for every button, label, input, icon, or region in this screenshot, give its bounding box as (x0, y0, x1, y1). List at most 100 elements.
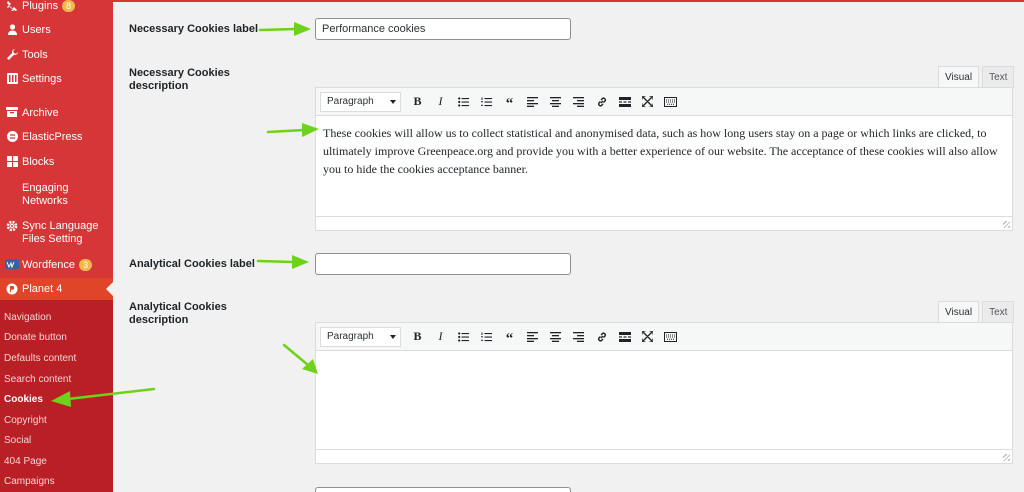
users-icon (0, 24, 22, 35)
planet4-logo-icon (0, 283, 22, 295)
align-left-icon[interactable] (521, 327, 544, 347)
submenu-item-search-content[interactable]: Search content (4, 374, 71, 385)
annotation-arrow (282, 343, 318, 374)
align-center-icon[interactable] (544, 92, 567, 112)
elasticpress-icon (0, 131, 22, 142)
analytical-cookies-description-title: Analytical Cookies description (129, 301, 227, 326)
sidebar-item-elasticpress[interactable]: ElasticPress (0, 131, 113, 144)
submenu-item-copyright[interactable]: Copyright (4, 415, 47, 426)
sidebar-item-settings[interactable]: Settings (0, 73, 113, 86)
read-more-icon[interactable] (613, 92, 636, 112)
bold-icon[interactable]: B (406, 92, 429, 112)
analytical-cookies-label-title: Analytical Cookies label (129, 258, 255, 270)
update-count-badge: 8 (62, 0, 76, 12)
annotation-arrow (51, 387, 156, 407)
link-icon[interactable] (590, 92, 613, 112)
sidebar-item-label: Wordfence (22, 259, 75, 271)
sidebar-item-label: Tools (22, 49, 48, 61)
editor-statusbar (316, 216, 1012, 230)
editor-content-area[interactable] (316, 351, 1012, 449)
sidebar-item-label: Settings (22, 73, 62, 85)
archive-icon (0, 107, 22, 117)
necessary-cookies-label-input[interactable] (315, 18, 571, 40)
sidebar-item-blocks[interactable]: Blocks (0, 156, 113, 169)
fullscreen-icon[interactable] (636, 92, 659, 112)
submenu-item-navigation[interactable]: Navigation (4, 312, 51, 323)
wrench-icon (0, 49, 22, 60)
fullscreen-icon[interactable] (636, 327, 659, 347)
numbered-list-icon[interactable] (475, 92, 498, 112)
sidebar-item-tools[interactable]: Tools (0, 49, 113, 62)
align-left-icon[interactable] (521, 92, 544, 112)
necessary-cookies-description-editor: Paragraph B I “ These cookies will allow… (315, 87, 1013, 231)
chevron-down-icon (390, 99, 396, 104)
analytical-cookies-label-input[interactable] (315, 253, 571, 275)
sidebar-item-plugins[interactable]: Plugins 8 (0, 0, 113, 13)
current-menu-notch (106, 282, 113, 296)
annotation-arrow (266, 123, 319, 137)
link-icon[interactable] (590, 327, 613, 347)
sidebar-item-engaging-networks[interactable]: Engaging Networks (0, 182, 113, 208)
resize-grip-icon[interactable] (1003, 454, 1010, 461)
visual-tab[interactable]: Visual (938, 301, 980, 323)
blockquote-icon[interactable]: “ (498, 327, 521, 347)
format-select-value: Paragraph (327, 96, 374, 107)
submenu-item-campaigns[interactable]: Campaigns (4, 476, 55, 487)
numbered-list-icon[interactable] (475, 327, 498, 347)
sidebar-item-label: Sync Language Files Setting (22, 220, 99, 245)
annotation-arrow (256, 255, 309, 269)
bold-icon[interactable]: B (406, 327, 429, 347)
submenu-item-social[interactable]: Social (4, 435, 31, 446)
wordfence-icon (0, 259, 22, 269)
bulleted-list-icon[interactable] (452, 327, 475, 347)
chevron-down-icon (390, 334, 396, 339)
format-select[interactable]: Paragraph (320, 91, 401, 112)
read-more-icon[interactable] (613, 327, 636, 347)
visual-tab[interactable]: Visual (938, 66, 980, 88)
sidebar-item-wordfence[interactable]: Wordfence 3 (0, 259, 113, 272)
sidebar-item-label: ElasticPress (22, 131, 83, 143)
necessary-cookies-description-title: Necessary Cookies description (129, 67, 230, 92)
align-right-icon[interactable] (567, 92, 590, 112)
sidebar-item-planet4[interactable]: Planet 4 (0, 278, 113, 300)
editor-mode-tabs: Visual Text (935, 301, 1015, 323)
editor-mode-tabs: Visual Text (935, 66, 1015, 88)
plugins-icon (0, 0, 22, 11)
sidebar-item-label: Users (22, 24, 51, 36)
align-right-icon[interactable] (567, 327, 590, 347)
editor-statusbar (316, 449, 1012, 463)
submenu-item-404-page[interactable]: 404 Page (4, 456, 47, 467)
sidebar-item-label: Plugins (22, 0, 59, 12)
submenu-item-defaults-content[interactable]: Defaults content (4, 353, 76, 364)
format-select[interactable]: Paragraph (320, 326, 401, 347)
bulleted-list-icon[interactable] (452, 92, 475, 112)
text-tab[interactable]: Text (982, 66, 1015, 88)
top-border (113, 0, 1024, 2)
italic-icon[interactable]: I (429, 327, 452, 347)
submenu-item-donate-button[interactable]: Donate button (4, 332, 67, 343)
sidebar-item-label: Archive (22, 107, 59, 119)
settings-icon (0, 73, 22, 84)
keyboard-icon[interactable] (659, 92, 682, 112)
next-field-input[interactable] (315, 487, 571, 492)
keyboard-icon[interactable] (659, 327, 682, 347)
admin-sidebar: Plugins 8 Users Tools Settings Archive El… (0, 0, 113, 492)
align-center-icon[interactable] (544, 327, 567, 347)
editor-toolbar: Paragraph B I “ (316, 323, 1012, 351)
format-select-value: Paragraph (327, 331, 374, 342)
sidebar-item-sync-language[interactable]: Sync Language Files Setting (0, 220, 113, 246)
text-tab[interactable]: Text (982, 301, 1015, 323)
blocks-icon (0, 156, 22, 167)
necessary-cookies-label-title: Necessary Cookies label (129, 23, 259, 35)
blockquote-icon[interactable]: “ (498, 92, 521, 112)
resize-grip-icon[interactable] (1003, 221, 1010, 228)
submenu-item-cookies[interactable]: Cookies (4, 394, 43, 405)
sidebar-item-archive[interactable]: Archive (0, 107, 113, 120)
italic-icon[interactable]: I (429, 92, 452, 112)
editor-content-area[interactable]: These cookies will allow us to collect s… (316, 116, 1012, 216)
analytical-cookies-description-editor: Paragraph B I “ (315, 322, 1013, 464)
sidebar-item-label: Planet 4 (22, 282, 63, 295)
update-count-badge: 3 (79, 259, 92, 271)
sidebar-item-label: Blocks (22, 156, 55, 168)
sidebar-item-users[interactable]: Users (0, 24, 113, 37)
